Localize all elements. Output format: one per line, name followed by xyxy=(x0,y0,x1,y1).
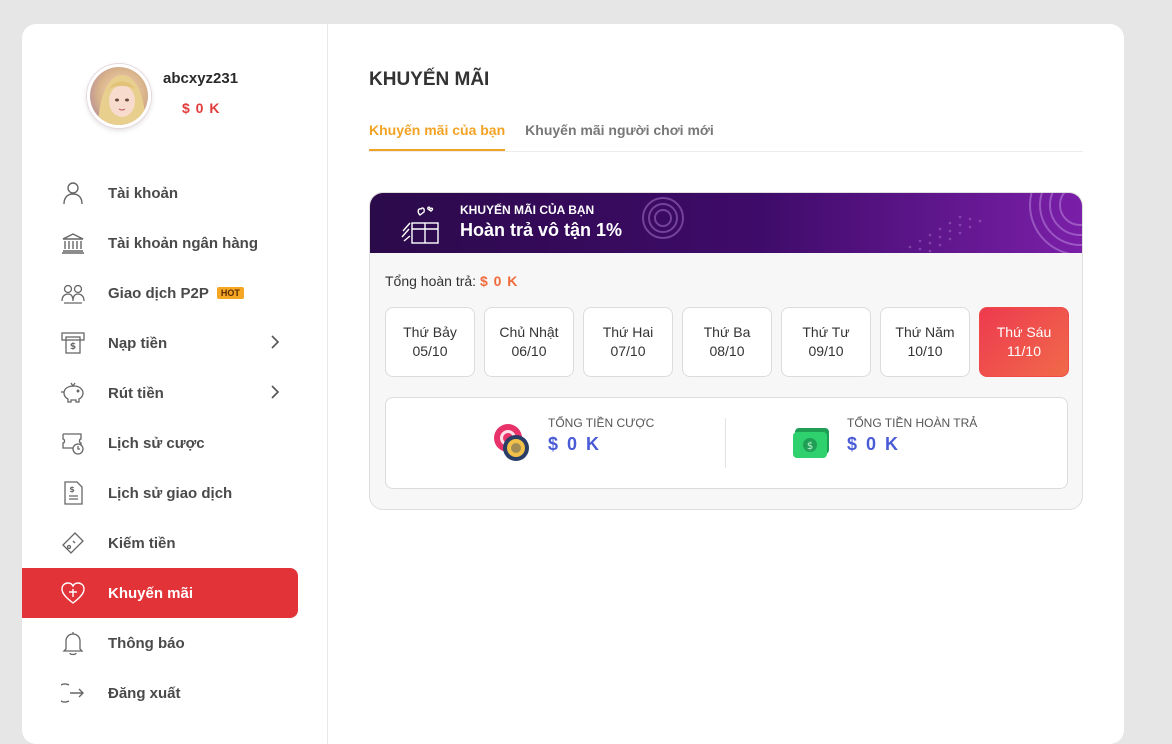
sidebar-item-promotions[interactable]: Khuyến mãi xyxy=(22,568,298,618)
tab-new-player-promotions[interactable]: Khuyến mãi người chơi mới xyxy=(525,122,714,151)
sidebar-item-transaction-history[interactable]: $ Lịch sử giao dịch xyxy=(22,468,298,518)
stat-total-bet: TỔNG TIỀN CƯỢC $ 0 K xyxy=(492,414,654,462)
decorative-dots-icon xyxy=(908,215,982,253)
coupon-icon xyxy=(60,530,86,556)
sidebar-item-withdraw[interactable]: Rút tiền xyxy=(22,368,298,418)
total-refund-value: $ 0 K xyxy=(479,273,519,289)
svg-text:$: $ xyxy=(69,485,75,494)
chevron-right-icon xyxy=(270,384,280,404)
promotion-banner: KHUYẾN MÃI CỦA BẠN Hoàn trả vô tận 1% xyxy=(370,193,1082,253)
sidebar-item-earn-money[interactable]: Kiếm tiền xyxy=(22,518,298,568)
hot-badge: HOT xyxy=(216,287,244,299)
chevron-right-icon xyxy=(270,334,280,354)
stat-value: $ 0 K xyxy=(847,434,901,454)
account-panel: abcxyz231 $ 0 K Tài khoản Tài khoản ngân… xyxy=(22,24,1124,744)
sidebar-item-deposit[interactable]: $ Nạp tiền xyxy=(22,318,298,368)
receipt-icon: $ xyxy=(60,480,86,506)
day-selector: Thứ Bảy 05/10 Chủ Nhật 06/10 Thứ Hai 07/10 … xyxy=(385,307,1078,377)
svg-text:$: $ xyxy=(807,441,813,452)
sidebar-item-bank-account[interactable]: Tài khoản ngân hàng xyxy=(22,218,298,268)
total-refund: Tổng hoàn trả: $ 0 K xyxy=(385,273,519,289)
cash-icon: $ xyxy=(791,422,831,462)
atm-icon: $ xyxy=(60,330,86,356)
stats-panel: TỔNG TIỀN CƯỢC $ 0 K $ TỔNG TIỀN HOÀN TR… xyxy=(385,397,1068,489)
stat-label: TỔNG TIỀN CƯỢC xyxy=(548,416,655,430)
banner-title: Hoàn trả vô tận 1% xyxy=(460,220,623,240)
day-button[interactable]: Thứ Tư 09/10 xyxy=(781,307,871,377)
promotion-card: KHUYẾN MÃI CỦA BẠN Hoàn trả vô tận 1% Tổ… xyxy=(369,192,1083,510)
day-button[interactable]: Thứ Ba 08/10 xyxy=(682,307,772,377)
sidebar-item-bet-history[interactable]: Lịch sử cược xyxy=(22,418,298,468)
promo-tabs: Khuyến mãi của bạn Khuyến mãi người chơi… xyxy=(369,122,1083,152)
sidebar-item-notifications[interactable]: Thông báo xyxy=(22,618,298,668)
day-button[interactable]: Chủ Nhật 06/10 xyxy=(484,307,574,377)
svg-text:$: $ xyxy=(70,342,76,352)
day-button[interactable]: Thứ Hai 07/10 xyxy=(583,307,673,377)
profile: abcxyz231 $ 0 K xyxy=(87,64,238,128)
day-button-selected[interactable]: Thứ Sáu 11/10 xyxy=(979,307,1069,377)
logout-icon xyxy=(60,680,86,706)
tab-your-promotions[interactable]: Khuyến mãi của bạn xyxy=(369,122,506,151)
stat-value: $ 0 K xyxy=(548,434,602,454)
bank-icon xyxy=(60,230,86,256)
casino-chips-icon xyxy=(492,422,532,462)
sidebar: abcxyz231 $ 0 K Tài khoản Tài khoản ngân… xyxy=(22,24,328,744)
stat-total-refund: $ TỔNG TIỀN HOÀN TRẢ $ 0 K xyxy=(791,414,977,462)
balance: $ 0 K xyxy=(182,100,221,116)
stat-label: TỔNG TIỀN HOÀN TRẢ xyxy=(847,416,978,430)
user-icon xyxy=(60,180,86,206)
stats-divider xyxy=(725,418,726,468)
gift-box-icon xyxy=(400,203,444,250)
sidebar-item-p2p[interactable]: Giao dịch P2P HOT xyxy=(22,268,298,318)
day-button[interactable]: Thứ Năm 10/10 xyxy=(880,307,970,377)
sidebar-item-account[interactable]: Tài khoản xyxy=(22,168,298,218)
sidebar-menu: Tài khoản Tài khoản ngân hàng Giao dịch … xyxy=(22,168,298,718)
ticket-history-icon xyxy=(60,430,86,456)
decorative-arcs-icon xyxy=(1029,193,1082,253)
avatar[interactable] xyxy=(87,64,151,128)
sidebar-item-logout[interactable]: Đăng xuất xyxy=(22,668,298,718)
banner-subtitle: KHUYẾN MÃI CỦA BẠN xyxy=(460,203,595,217)
page-title: KHUYẾN MÃI xyxy=(369,69,490,90)
username: abcxyz231 xyxy=(163,70,239,87)
piggy-bank-icon xyxy=(60,380,86,406)
heart-gift-icon xyxy=(60,580,86,606)
p2p-icon xyxy=(60,280,86,306)
decorative-rings-icon xyxy=(642,197,684,239)
bell-icon xyxy=(60,630,86,656)
day-button[interactable]: Thứ Bảy 05/10 xyxy=(385,307,475,377)
